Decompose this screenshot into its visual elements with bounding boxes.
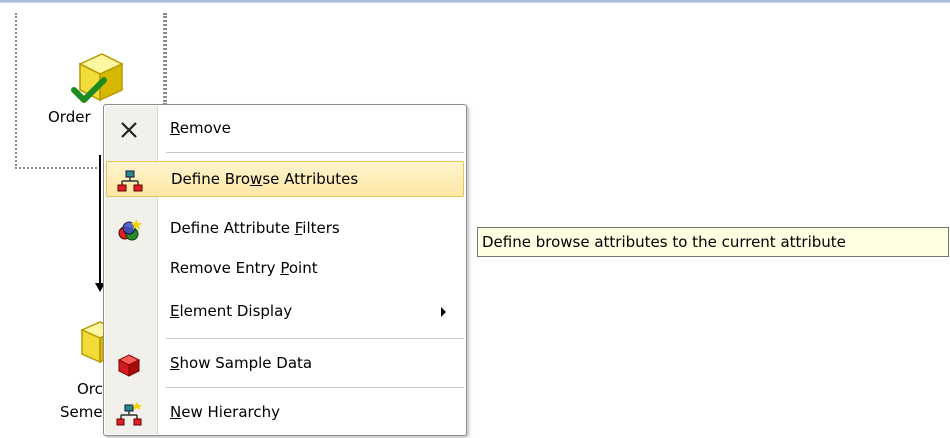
menu-item-label: Element Display — [170, 302, 293, 320]
new-hierarchy-icon — [116, 402, 142, 426]
attribute-filters-icon — [118, 219, 142, 241]
menu-item-show-sample-data[interactable]: Show Sample Data — [106, 346, 464, 382]
menu-item-remove[interactable]: Remove — [106, 111, 464, 147]
close-x-icon — [121, 122, 137, 138]
node-label-order[interactable]: Order — [48, 108, 91, 126]
menu-separator — [166, 338, 464, 339]
menu-item-define-attribute-filters[interactable]: Define Attribute Filters — [106, 211, 464, 247]
tooltip: Define browse attributes to the current … — [477, 227, 949, 257]
menu-item-new-hierarchy[interactable]: New Hierarchy — [106, 395, 464, 431]
menu-item-element-display[interactable]: Element Display — [106, 294, 464, 330]
menu-item-label: Show Sample Data — [170, 354, 313, 372]
menu-item-define-browse-attributes[interactable]: Define Browse Attributes — [106, 161, 464, 197]
menu-item-remove-entry-point[interactable]: Remove Entry Point — [106, 251, 464, 287]
menu-item-label: Remove — [170, 119, 231, 137]
context-menu: Remove Define Browse Attributes Define A… — [103, 104, 467, 436]
menu-item-label: Remove Entry Point — [170, 259, 318, 277]
menu-separator — [166, 152, 464, 153]
menu-item-label: New Hierarchy — [170, 403, 281, 421]
menu-item-label: Define Browse Attributes — [171, 170, 359, 188]
menu-item-label: Define Attribute Filters — [170, 219, 340, 237]
sample-data-icon — [117, 354, 141, 377]
window-top-edge — [0, 0, 950, 3]
browse-attributes-icon — [117, 170, 143, 192]
menu-separator — [166, 387, 464, 388]
node-label-line1[interactable]: Orc — [77, 380, 103, 398]
node-label-line2[interactable]: Seme — [60, 403, 103, 421]
selected-node-frame-edge — [163, 13, 167, 105]
relationship-line — [99, 155, 101, 285]
cube-check-icon[interactable] — [66, 46, 128, 108]
submenu-arrow-icon — [441, 307, 446, 317]
